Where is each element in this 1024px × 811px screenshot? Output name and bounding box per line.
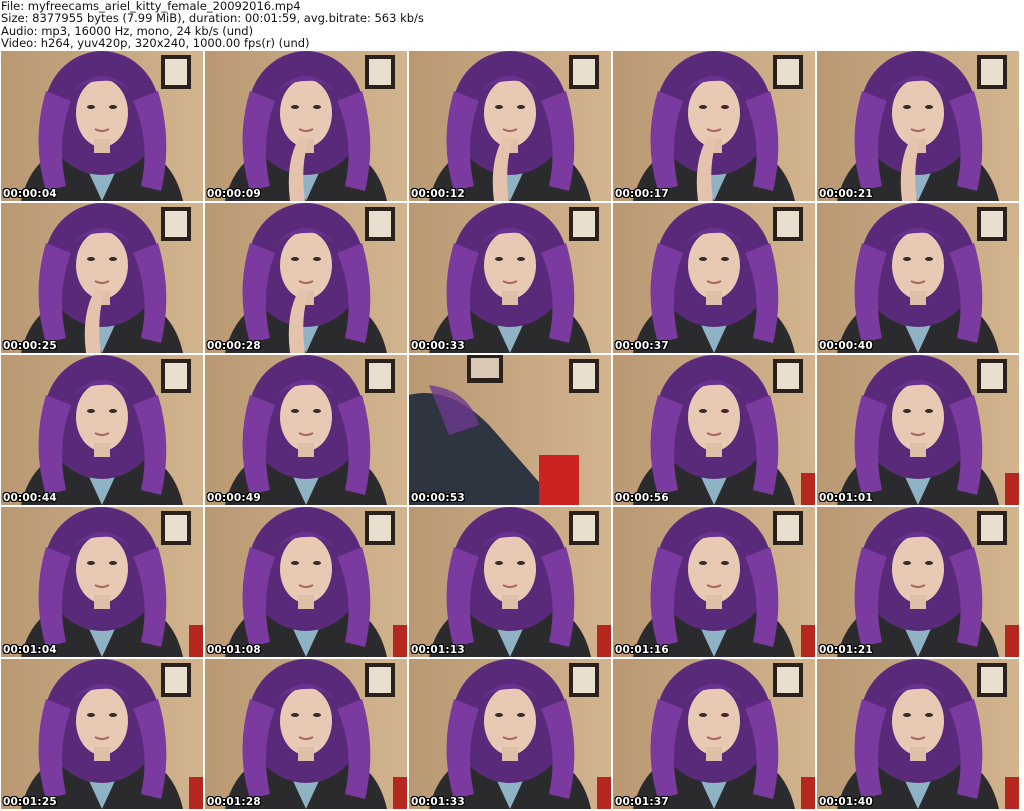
- video-thumbnail: 00:00:49: [205, 355, 407, 505]
- thumbnail-grid: 00:00:04 00:00:09 00:00:12 00:00:17 00:00:21…: [1, 51, 1023, 811]
- thumbnail-timestamp: 00:00:33: [411, 340, 465, 352]
- video-thumbnail: 00:00:44: [1, 355, 203, 505]
- thumbnail-timestamp: 00:00:09: [207, 188, 261, 200]
- video-thumbnail: 00:00:17: [613, 51, 815, 201]
- thumbnail-timestamp: 00:01:08: [207, 644, 261, 656]
- video-thumbnail: 00:01:08: [205, 507, 407, 657]
- video-thumbnail: 00:01:25: [1, 659, 203, 809]
- video-thumbnail: 00:00:21: [817, 51, 1019, 201]
- thumbnail-timestamp: 00:01:04: [3, 644, 57, 656]
- thumbnail-timestamp: 00:01:13: [411, 644, 465, 656]
- thumbnail-timestamp: 00:00:44: [3, 492, 57, 504]
- video-thumbnail: 00:01:01: [817, 355, 1019, 505]
- thumbnail-timestamp: 00:00:40: [819, 340, 873, 352]
- thumbnail-timestamp: 00:00:12: [411, 188, 465, 200]
- file-info-header: File: myfreecams_ariel_kitty_female_2009…: [1, 0, 1021, 50]
- thumbnail-timestamp: 00:01:01: [819, 492, 873, 504]
- thumbnail-timestamp: 00:01:33: [411, 796, 465, 808]
- video-thumbnail: 00:00:37: [613, 203, 815, 353]
- video-thumbnail: 00:00:28: [205, 203, 407, 353]
- video-thumbnail: 00:00:12: [409, 51, 611, 201]
- thumbnail-timestamp: 00:00:37: [615, 340, 669, 352]
- thumbnail-timestamp: 00:00:25: [3, 340, 57, 352]
- thumbnail-timestamp: 00:00:04: [3, 188, 57, 200]
- video-thumbnail: 00:01:16: [613, 507, 815, 657]
- file-size-line: Size: 8377955 bytes (7.99 MiB), duration…: [1, 11, 424, 26]
- thumbnail-timestamp: 00:01:40: [819, 796, 873, 808]
- video-thumbnail: 00:01:33: [409, 659, 611, 809]
- video-thumbnail: 00:01:37: [613, 659, 815, 809]
- thumbnail-timestamp: 00:01:25: [3, 796, 57, 808]
- thumbnail-timestamp: 00:00:49: [207, 492, 261, 504]
- thumbnail-timestamp: 00:00:28: [207, 340, 261, 352]
- video-thumbnail: 00:00:25: [1, 203, 203, 353]
- video-thumbnail: 00:00:53: [409, 355, 611, 505]
- thumbnail-timestamp: 00:01:28: [207, 796, 261, 808]
- thumbnail-timestamp: 00:01:37: [615, 796, 669, 808]
- video-thumbnail: 00:01:04: [1, 507, 203, 657]
- video-thumbnail: 00:00:56: [613, 355, 815, 505]
- thumbnail-timestamp: 00:01:16: [615, 644, 669, 656]
- video-thumbnail: 00:00:04: [1, 51, 203, 201]
- video-thumbnail: 00:01:28: [205, 659, 407, 809]
- thumbnail-timestamp: 00:01:21: [819, 644, 873, 656]
- video-thumbnail: 00:01:13: [409, 507, 611, 657]
- video-thumbnail: 00:00:40: [817, 203, 1019, 353]
- video-info-line: Video: h264, yuv420p, 320x240, 1000.00 f…: [1, 36, 310, 51]
- video-thumbnail: 00:01:40: [817, 659, 1019, 809]
- video-thumbnail: 00:01:21: [817, 507, 1019, 657]
- thumbnail-timestamp: 00:00:17: [615, 188, 669, 200]
- thumbnail-timestamp: 00:00:53: [411, 492, 465, 504]
- thumbnail-timestamp: 00:00:21: [819, 188, 873, 200]
- thumbnail-timestamp: 00:00:56: [615, 492, 669, 504]
- video-thumbnail: 00:00:33: [409, 203, 611, 353]
- video-thumbnail: 00:00:09: [205, 51, 407, 201]
